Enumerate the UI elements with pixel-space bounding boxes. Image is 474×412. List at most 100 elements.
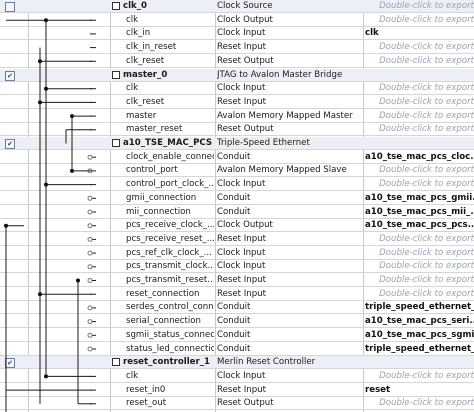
component-row[interactable]: ✔ a10_TSE_MAC_PCS Triple-Speed Ethernet bbox=[0, 137, 474, 150]
use-checkbox[interactable]: ✔ bbox=[5, 70, 15, 81]
interface-row[interactable]: pcs_transmit_reset... Reset Input Double-c… bbox=[0, 274, 474, 287]
interface-row[interactable]: serdes_control_conn... Conduit triple_spee… bbox=[0, 301, 474, 315]
interface-row[interactable]: serial_connection Conduit a10_tse_mac_pcs_… bbox=[0, 315, 474, 329]
export-cell[interactable]: Double-click to export bbox=[365, 397, 474, 409]
interface-name[interactable]: gmii_connection bbox=[112, 192, 214, 204]
interface-name[interactable]: clk bbox=[112, 370, 214, 382]
connections-cell[interactable] bbox=[28, 397, 110, 409]
component-row[interactable]: ✔ reset_controller_1 Merlin Reset Controll… bbox=[0, 356, 474, 370]
interface-row[interactable]: clk Clock Output Double-click to export bbox=[0, 14, 474, 27]
interface-row[interactable]: clk_in Clock Input clk bbox=[0, 27, 474, 41]
interface-name[interactable]: mii_connection bbox=[112, 206, 214, 218]
connections-cell[interactable] bbox=[28, 110, 110, 122]
export-cell[interactable]: Double-click to export bbox=[365, 370, 474, 382]
interface-row[interactable]: reset_connection Reset Input Double-click … bbox=[0, 288, 474, 301]
interface-name[interactable]: clk_in_reset bbox=[112, 41, 214, 53]
connections-cell[interactable] bbox=[28, 370, 110, 382]
export-cell[interactable]: Double-click to export bbox=[365, 0, 474, 12]
interface-name[interactable]: clk bbox=[112, 82, 214, 94]
interface-name[interactable]: reset_out bbox=[112, 397, 214, 409]
interface-row[interactable]: mii_connection Conduit a10_tse_mac_pcs_mii… bbox=[0, 206, 474, 219]
export-cell[interactable]: a10_tse_mac_pcs_pcs... bbox=[365, 219, 474, 231]
interface-row[interactable]: sgmii_status_connec... Conduit a10_tse_mac… bbox=[0, 329, 474, 342]
export-cell[interactable]: Double-click to export bbox=[365, 247, 474, 259]
interface-row[interactable]: reset_in0 Reset Input reset bbox=[0, 384, 474, 397]
interface-row[interactable]: clk Clock Input Double-click to export bbox=[0, 370, 474, 383]
interface-name[interactable]: sgmii_status_connec... bbox=[112, 329, 214, 341]
export-cell[interactable]: Double-click to export bbox=[365, 288, 474, 300]
interface-row[interactable]: master_reset Reset Output Double-click to … bbox=[0, 123, 474, 137]
interface-row[interactable]: pcs_receive_clock_... Clock Output a10_tse… bbox=[0, 219, 474, 233]
export-cell[interactable]: Double-click to export bbox=[365, 96, 474, 108]
connections-cell[interactable] bbox=[28, 315, 110, 327]
export-cell[interactable]: a10_tse_mac_pcs_cloc... bbox=[365, 151, 474, 163]
export-cell[interactable]: a10_tse_mac_pcs_mii_... bbox=[365, 206, 474, 218]
export-cell[interactable]: Double-click to export bbox=[365, 164, 474, 176]
interface-name[interactable]: serdes_control_conn... bbox=[112, 301, 214, 313]
interface-name[interactable]: clk_in bbox=[112, 27, 214, 39]
interface-name[interactable]: clk_reset bbox=[112, 96, 214, 108]
interface-row[interactable]: control_port_clock_... Clock Input Double-… bbox=[0, 178, 474, 192]
interface-row[interactable]: clk_reset Reset Input Double-click to expo… bbox=[0, 96, 474, 109]
interface-row[interactable]: status_led_connection Conduit triple_speed… bbox=[0, 343, 474, 356]
interface-row[interactable]: pcs_ref_clk_clock_... Clock Input Double-c… bbox=[0, 247, 474, 260]
interface-row[interactable]: pcs_receive_reset_... Reset Input Double-c… bbox=[0, 233, 474, 246]
connections-cell[interactable] bbox=[28, 192, 110, 204]
interface-row[interactable]: clk_reset Reset Output Double-click to exp… bbox=[0, 55, 474, 68]
export-cell[interactable]: Double-click to export bbox=[365, 178, 474, 190]
connections-cell[interactable] bbox=[28, 384, 110, 396]
interface-name[interactable]: pcs_ref_clk_clock_... bbox=[112, 247, 214, 259]
connections-cell[interactable] bbox=[28, 27, 110, 39]
export-cell[interactable] bbox=[365, 69, 474, 81]
connections-cell[interactable] bbox=[28, 343, 110, 355]
export-cell[interactable]: Double-click to export bbox=[365, 274, 474, 286]
connections-cell[interactable] bbox=[28, 0, 110, 12]
interface-name[interactable]: pcs_transmit_clock... bbox=[112, 260, 214, 272]
connections-cell[interactable] bbox=[28, 14, 110, 26]
interface-row[interactable]: clock_enable_connec...Conduit a10_tse_mac… bbox=[0, 151, 474, 164]
export-cell[interactable]: Double-click to export bbox=[365, 14, 474, 26]
component-name[interactable]: reset_controller_1 bbox=[112, 356, 214, 368]
interface-name[interactable]: pcs_receive_reset_... bbox=[112, 233, 214, 245]
interface-row[interactable]: reset_out Reset Output Double-click to exp… bbox=[0, 397, 474, 411]
interface-name[interactable]: pcs_receive_clock_... bbox=[112, 219, 214, 231]
interface-row[interactable]: control_port Avalon Memory Mapped Slave Do… bbox=[0, 164, 474, 178]
connections-cell[interactable] bbox=[28, 247, 110, 259]
interface-row[interactable]: gmii_connection Conduit a10_tse_mac_pcs_gm… bbox=[0, 192, 474, 205]
connections-cell[interactable] bbox=[28, 356, 110, 368]
connections-cell[interactable] bbox=[28, 123, 110, 135]
export-cell[interactable]: reset bbox=[365, 384, 474, 396]
interface-row[interactable]: clk_in_reset Reset Input Double-click to e… bbox=[0, 41, 474, 55]
connections-cell[interactable] bbox=[28, 164, 110, 176]
component-name[interactable]: a10_TSE_MAC_PCS bbox=[112, 137, 214, 149]
interface-name[interactable]: clk_reset bbox=[112, 55, 214, 67]
connections-cell[interactable] bbox=[28, 301, 110, 313]
export-cell[interactable]: Double-click to export bbox=[365, 110, 474, 122]
connections-cell[interactable] bbox=[28, 96, 110, 108]
component-row[interactable]: clk_0 Clock Source Double-click to export bbox=[0, 0, 474, 13]
connections-cell[interactable] bbox=[28, 260, 110, 272]
connections-cell[interactable] bbox=[28, 82, 110, 94]
interface-name[interactable]: control_port bbox=[112, 164, 214, 176]
interface-name[interactable]: clock_enable_connec... bbox=[112, 151, 214, 163]
export-cell[interactable]: triple_speed_ethernet_... bbox=[365, 301, 474, 313]
expand-collapse-icon[interactable] bbox=[112, 2, 120, 10]
interface-name[interactable]: reset_in0 bbox=[112, 384, 214, 396]
connections-cell[interactable] bbox=[28, 219, 110, 231]
export-cell[interactable] bbox=[365, 356, 474, 368]
use-checkbox[interactable]: ✔ bbox=[5, 358, 15, 369]
component-row[interactable]: ✔ master_0 JTAG to Avalon Master Bridge bbox=[0, 68, 474, 82]
interface-row[interactable]: master Avalon Memory Mapped Master Double-… bbox=[0, 110, 474, 123]
export-cell[interactable]: Double-click to export bbox=[365, 233, 474, 245]
use-checkbox[interactable]: ✔ bbox=[5, 139, 15, 149]
interface-name[interactable]: status_led_connection bbox=[112, 343, 214, 355]
interface-name[interactable]: reset_connection bbox=[112, 288, 214, 300]
interface-name[interactable]: master_reset bbox=[112, 123, 214, 135]
export-cell[interactable]: Double-click to export bbox=[365, 55, 474, 67]
export-cell[interactable]: a10_tse_mac_pcs_seri... bbox=[365, 315, 474, 327]
use-checkbox[interactable] bbox=[5, 2, 15, 12]
connections-cell[interactable] bbox=[28, 288, 110, 300]
interface-name[interactable]: master bbox=[112, 110, 214, 122]
export-cell[interactable] bbox=[365, 137, 474, 149]
component-name[interactable]: master_0 bbox=[112, 69, 214, 81]
